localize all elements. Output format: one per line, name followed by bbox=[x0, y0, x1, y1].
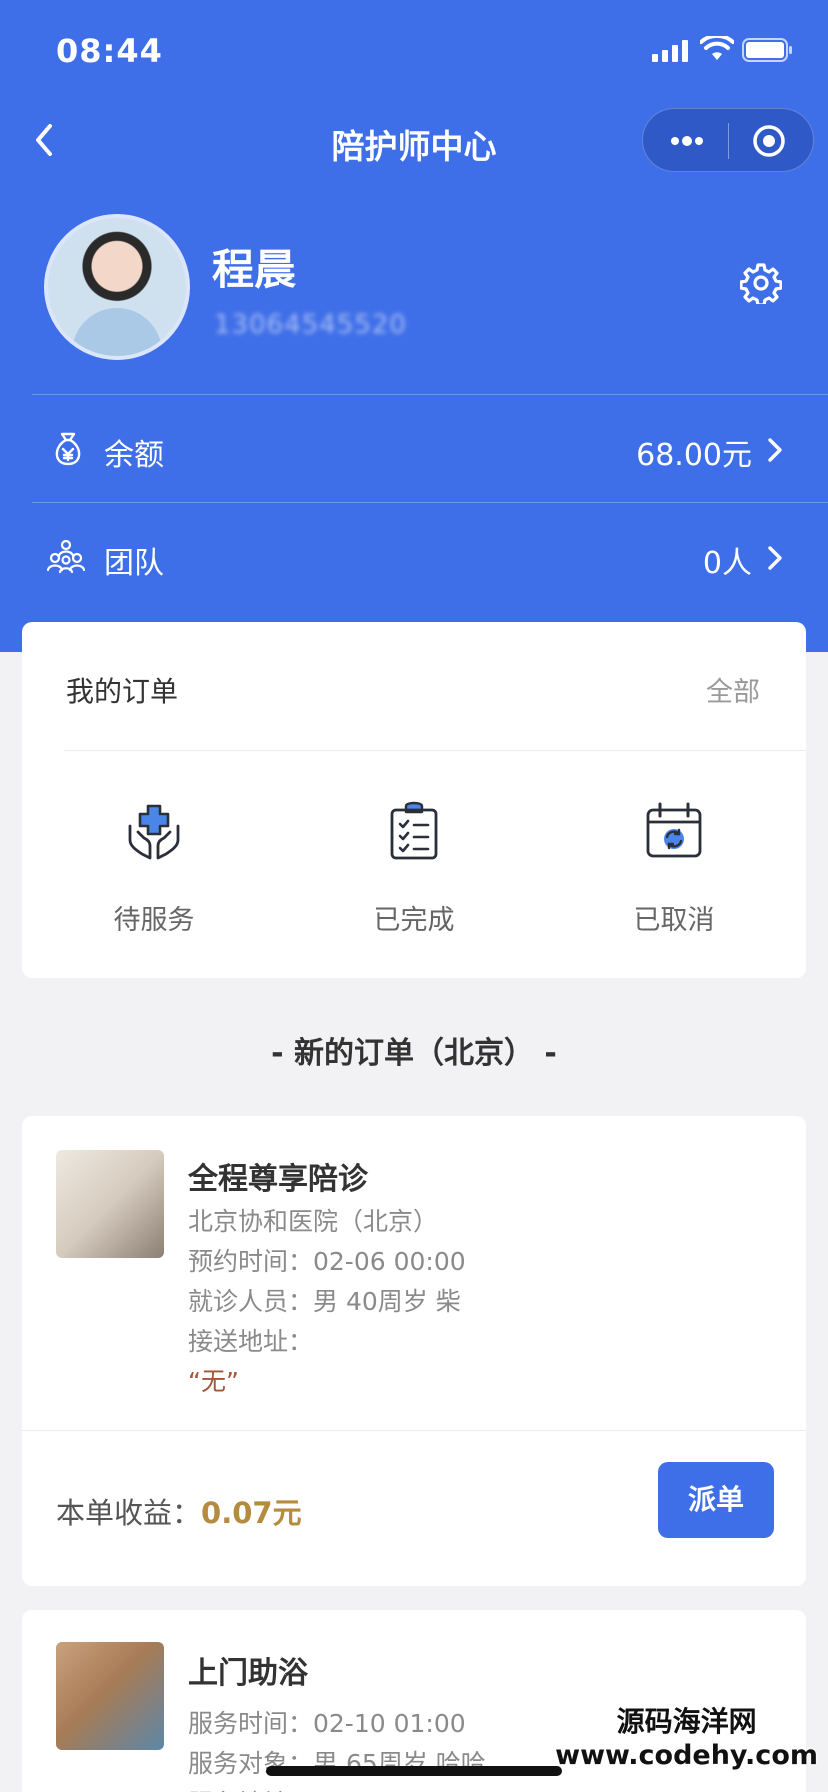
earnings-value: 0.07元 bbox=[201, 1496, 302, 1530]
order-appointment-time: 预约时间：02-06 00:00 bbox=[188, 1247, 466, 1276]
status-bar: 08:44 bbox=[0, 0, 828, 96]
order-title: 上门助浴 bbox=[188, 1656, 308, 1691]
divider bbox=[32, 394, 828, 395]
miniprogram-capsule bbox=[642, 108, 814, 172]
order-category-cancelled[interactable]: 已取消 bbox=[574, 798, 774, 937]
user-name: 程晨 bbox=[212, 245, 297, 294]
order-patient: 就诊人员：男 40周岁 柴 bbox=[188, 1287, 461, 1316]
my-orders-card: 我的订单 全部 待服务 已完成 已取消 bbox=[22, 622, 806, 978]
user-phone: 13064545520 bbox=[214, 310, 407, 340]
status-time: 08:44 bbox=[56, 32, 163, 70]
watermark: 源码海洋网 www.codehy.com bbox=[555, 1700, 818, 1771]
dispatch-button[interactable]: 派单 bbox=[658, 1462, 774, 1538]
settings-gear-icon[interactable] bbox=[740, 262, 782, 304]
order-pickup-address: 接送地址： bbox=[188, 1327, 314, 1356]
divider bbox=[32, 502, 828, 503]
order-card[interactable]: 全程尊享陪诊 北京协和医院（北京） 预约时间：02-06 00:00 就诊人员：… bbox=[22, 1116, 806, 1586]
money-bag-icon bbox=[55, 432, 81, 466]
order-earnings: 本单收益：0.07元 bbox=[56, 1490, 302, 1532]
order-hospital: 北京协和医院（北京） bbox=[188, 1207, 439, 1236]
team-label: 团队 bbox=[104, 546, 164, 581]
order-service-time: 服务时间：02-10 01:00 bbox=[188, 1709, 466, 1738]
order-category-completed[interactable]: 已完成 bbox=[314, 798, 514, 937]
pending-label: 待服务 bbox=[113, 905, 195, 936]
care-hands-icon bbox=[128, 804, 180, 860]
completed-label: 已完成 bbox=[373, 905, 455, 936]
avatar-figure bbox=[72, 308, 162, 356]
more-icon[interactable] bbox=[667, 127, 707, 155]
team-icon bbox=[46, 539, 86, 574]
avatar[interactable] bbox=[44, 214, 190, 360]
wifi-icon bbox=[700, 36, 734, 60]
capsule-divider bbox=[728, 123, 729, 159]
earnings-label: 本单收益： bbox=[56, 1496, 202, 1530]
new-orders-title: - 新的订单（北京） - bbox=[271, 1036, 557, 1071]
balance-value: 68.00元 bbox=[636, 438, 752, 473]
order-thumbnail bbox=[56, 1150, 164, 1258]
chevron-right-icon bbox=[768, 438, 782, 462]
cancelled-label: 已取消 bbox=[633, 905, 715, 936]
clipboard-check-icon bbox=[390, 801, 438, 860]
calendar-refresh-icon bbox=[646, 802, 702, 858]
my-orders-title: 我的订单 bbox=[66, 675, 179, 708]
order-service-address: 服务地址： bbox=[188, 1784, 313, 1792]
divider bbox=[22, 1430, 806, 1431]
team-value: 0人 bbox=[702, 546, 752, 581]
order-title: 全程尊享陪诊 bbox=[188, 1162, 368, 1197]
chevron-right-icon bbox=[768, 546, 782, 570]
balance-label: 余额 bbox=[104, 438, 164, 473]
order-remark: “无” bbox=[188, 1367, 239, 1396]
watermark-line1: 源码海洋网 bbox=[616, 1705, 757, 1738]
order-thumbnail bbox=[56, 1642, 164, 1750]
all-orders-link[interactable]: 全部 bbox=[706, 670, 760, 709]
battery-icon bbox=[742, 38, 792, 62]
home-indicator[interactable] bbox=[266, 1766, 562, 1776]
watermark-line2: www.codehy.com bbox=[555, 1740, 818, 1771]
order-category-pending[interactable]: 待服务 bbox=[54, 798, 254, 937]
signal-icon bbox=[652, 40, 688, 62]
close-miniprogram-icon[interactable] bbox=[751, 123, 787, 159]
divider bbox=[64, 750, 806, 751]
